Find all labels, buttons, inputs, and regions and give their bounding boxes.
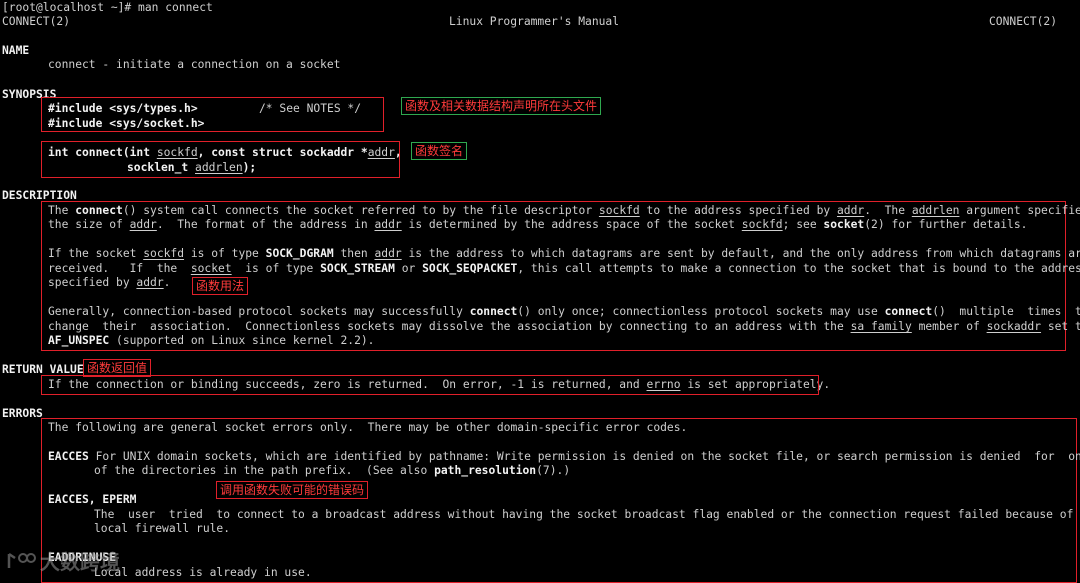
desc-p3-line-3: AF_UNSPEC (supported on Linux since kern…	[48, 334, 375, 347]
return-highlight-box	[41, 375, 819, 395]
desc-p2-line-1: If the socket sockfd is of type SOCK_DGR…	[48, 247, 1080, 260]
headers-highlight-box	[41, 97, 384, 132]
eperm-line-2: local firewall rule.	[94, 522, 231, 535]
eaddrinuse-line-1: Local address is already in use.	[94, 566, 312, 579]
shell-prompt: [root@localhost ~]# man connect	[2, 1, 213, 14]
section-errors-heading: ERRORS	[2, 407, 43, 420]
annotation-signature: 函数签名	[411, 142, 468, 160]
errors-highlight-box	[41, 418, 1077, 583]
eperm-label: EACCES, EPERM	[48, 493, 137, 506]
eacces-line-1: EACCES For UNIX domain sockets, which ar…	[48, 450, 1080, 463]
annotation-errors: 调用函数失败可能的错误码	[216, 481, 369, 499]
signature-highlight-box	[41, 141, 400, 178]
watermark-logo-icon	[6, 550, 36, 572]
annotation-usage: 函数用法	[192, 277, 249, 295]
eacces-line-2: of the directories in the path prefix. (…	[94, 464, 571, 477]
watermark: 大数跨境	[6, 546, 120, 575]
desc-p2-line-2: received. If the socket is of type SOCK_…	[48, 262, 1080, 275]
errors-intro: The following are general socket errors …	[48, 421, 688, 434]
man-header-center: Linux Programmer's Manual	[449, 15, 620, 28]
desc-p3-line-1: Generally, connection-based protocol soc…	[48, 305, 1080, 318]
desc-p1-line-1: The connect() system call connects the s…	[48, 204, 1080, 217]
desc-p2-line-3: specified by addr.	[48, 276, 171, 289]
desc-p3-line-2: change their association. Connectionless…	[48, 320, 1080, 333]
name-line: connect - initiate a connection on a soc…	[48, 58, 341, 71]
desc-p1-line-2: the size of addr. The format of the addr…	[48, 218, 1028, 231]
section-name-heading: NAME	[2, 44, 30, 57]
eperm-line-1: The user tried to connect to a broadcast…	[94, 508, 1080, 521]
man-header-left: CONNECT(2)	[2, 15, 71, 28]
man-header-right: CONNECT(2)	[989, 15, 1058, 28]
watermark-text: 大数跨境	[40, 550, 120, 574]
annotation-headers: 函数及相关数据结构声明所在头文件	[401, 97, 602, 115]
